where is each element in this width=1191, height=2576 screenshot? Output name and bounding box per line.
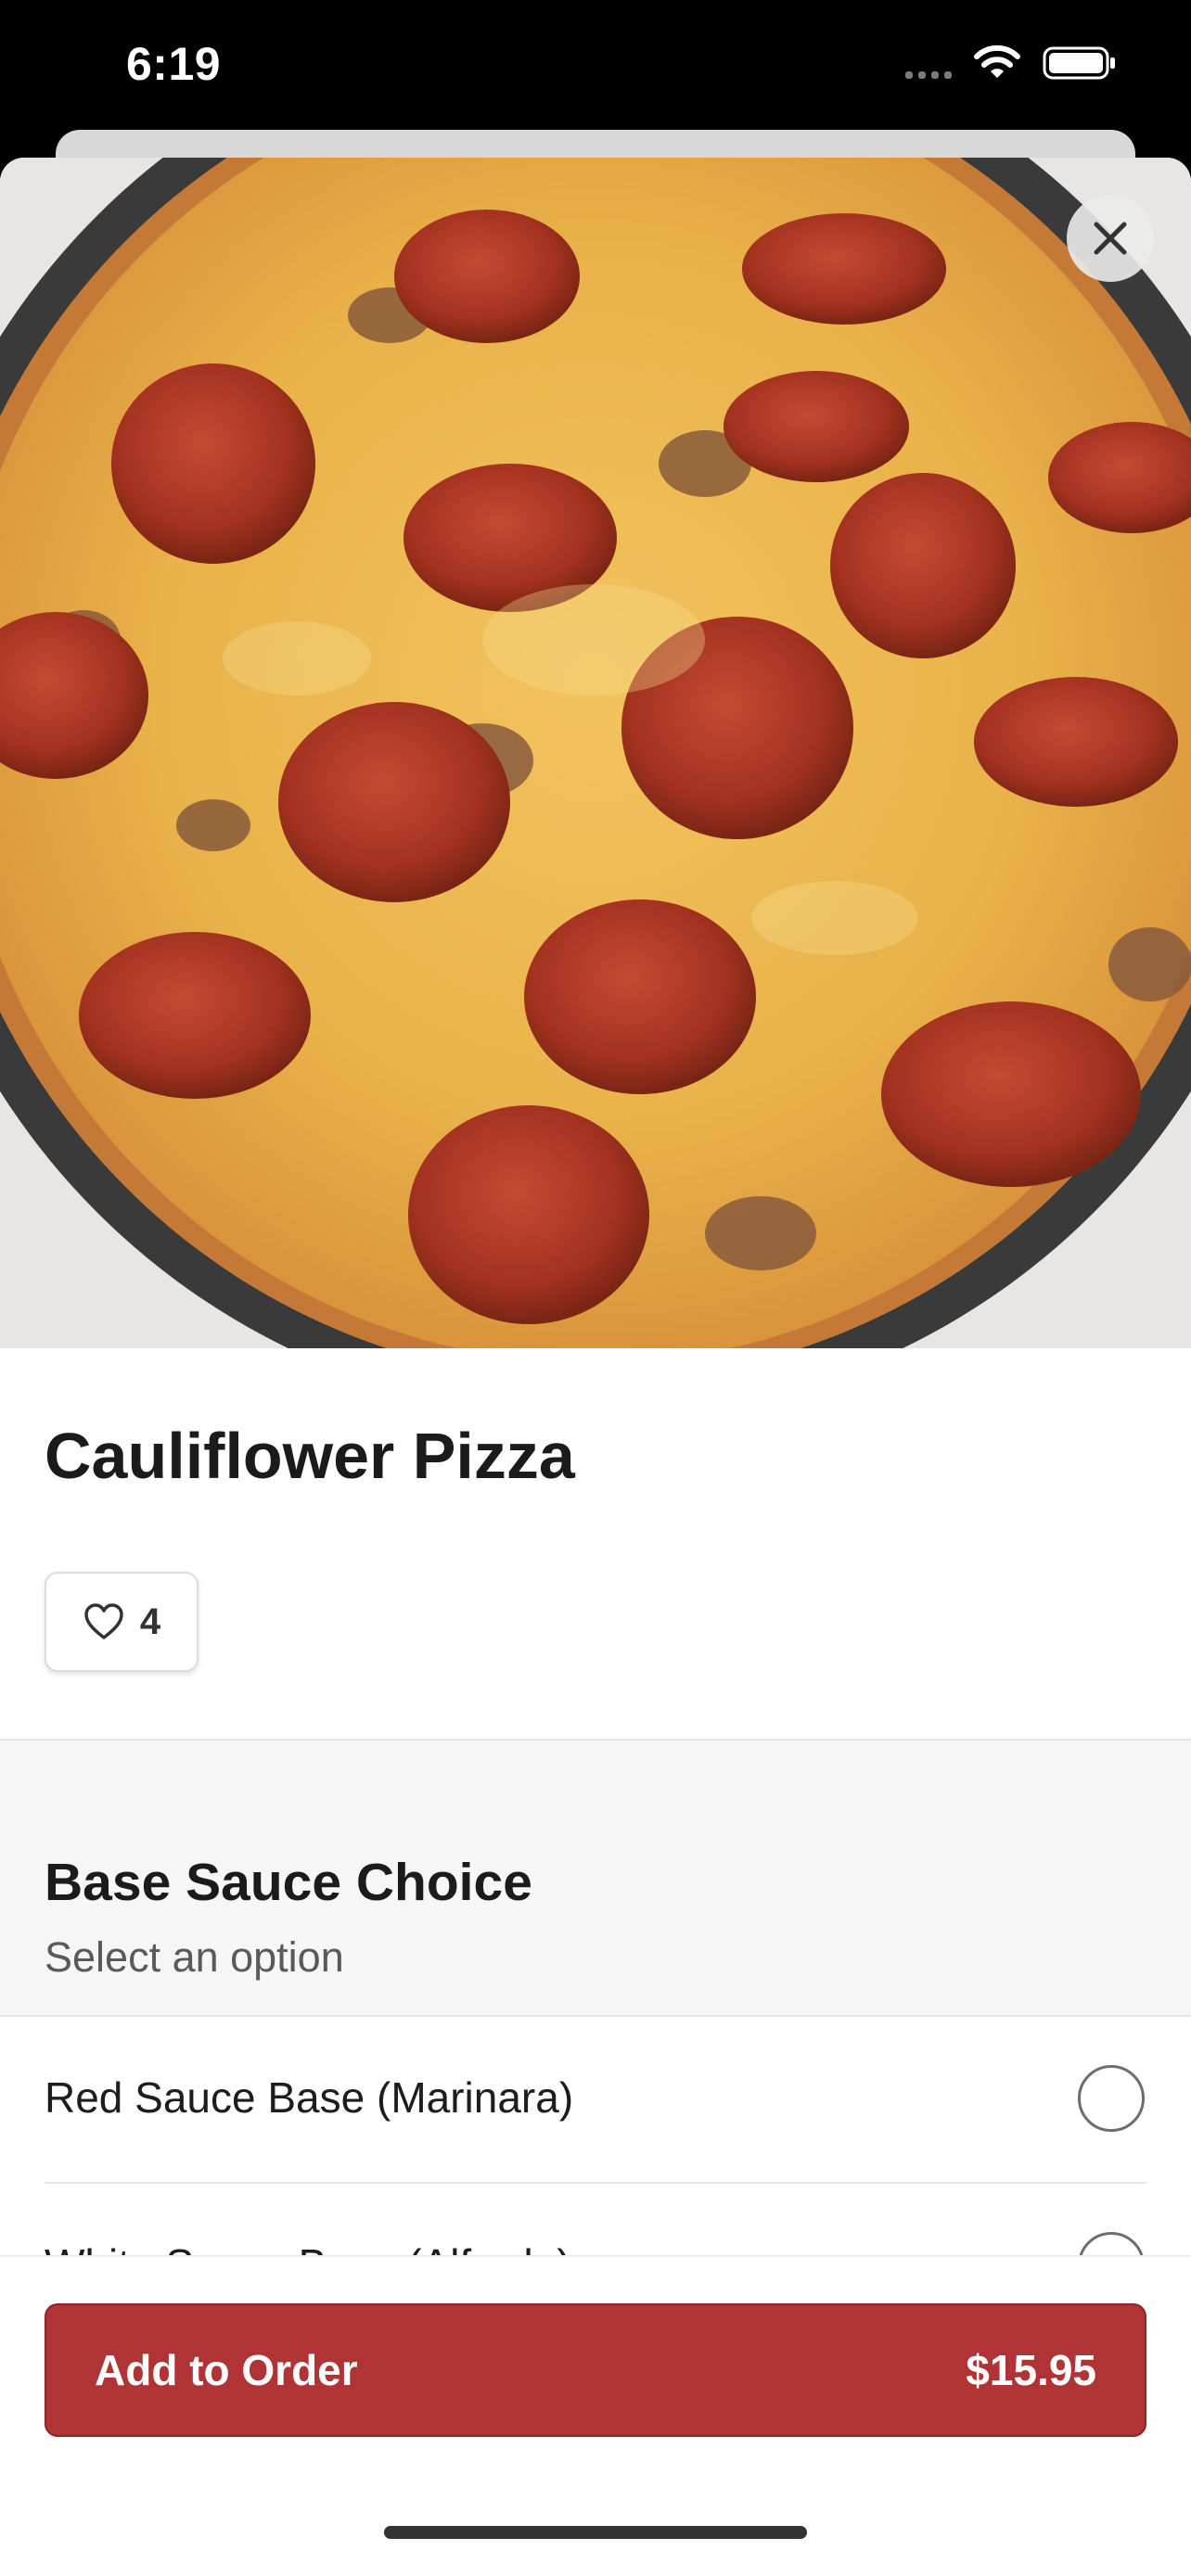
order-button-price: $15.95 — [966, 2346, 1096, 2394]
pizza-image — [0, 158, 1191, 1348]
screen: 6:19 Cauliflower Pizza 4 Base Sauce Choi… — [0, 0, 1191, 2576]
battery-icon — [1043, 45, 1117, 82]
signal-icon — [905, 47, 952, 79]
close-button[interactable] — [1067, 195, 1154, 282]
option-red-sauce[interactable]: Red Sauce Base (Marinara) — [0, 2017, 1191, 2184]
section-subtitle: Select an option — [45, 1933, 344, 1981]
home-indicator — [384, 2526, 807, 2539]
bottom-bar: Add to Order $15.95 — [0, 2255, 1191, 2576]
like-button[interactable]: 4 — [45, 1572, 198, 1672]
status-icons — [905, 45, 1117, 82]
like-count: 4 — [139, 1600, 161, 1642]
wifi-icon — [972, 45, 1022, 82]
status-bar: 6:19 — [0, 0, 1191, 139]
add-to-order-button[interactable]: Add to Order $15.95 — [45, 2303, 1146, 2437]
option-label: Red Sauce Base (Marinara) — [45, 2073, 574, 2122]
status-time: 6:19 — [126, 38, 222, 90]
section-title: Base Sauce Choice — [45, 1853, 532, 1912]
heart-icon — [84, 1603, 123, 1639]
radio-button[interactable] — [1078, 2065, 1145, 2132]
item-sheet: Cauliflower Pizza 4 Base Sauce Choice Se… — [0, 158, 1191, 2576]
order-button-label: Add to Order — [95, 2346, 358, 2394]
options-section-header: Base Sauce Choice Select an option — [0, 1739, 1191, 2017]
item-title: Cauliflower Pizza — [45, 1420, 575, 1492]
close-icon — [1094, 222, 1127, 255]
